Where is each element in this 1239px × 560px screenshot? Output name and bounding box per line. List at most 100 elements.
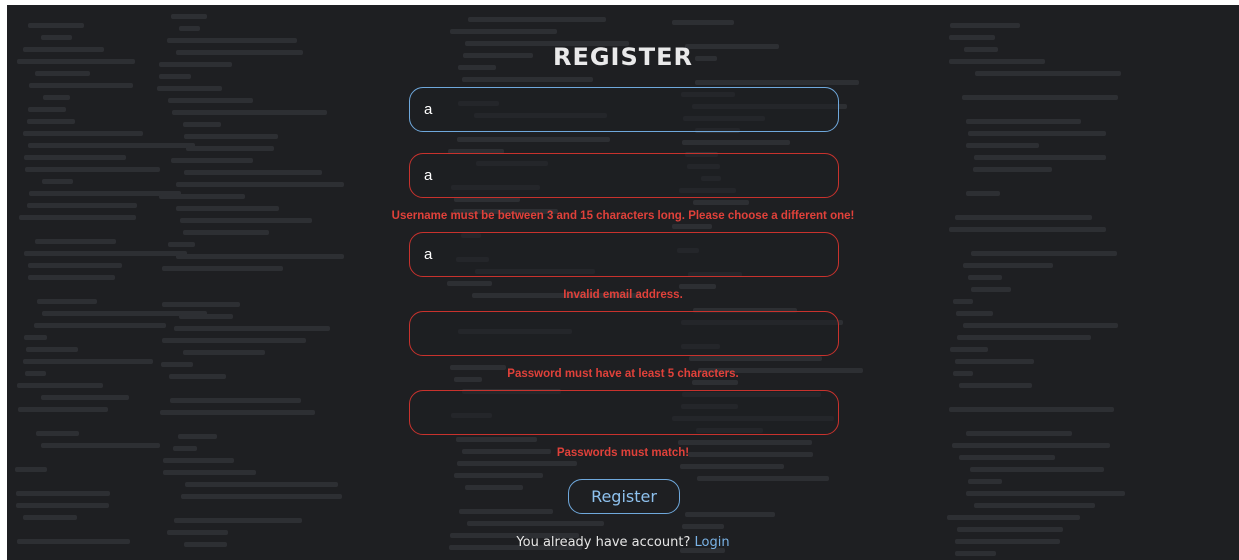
code-line [949,35,995,40]
code-line [183,350,265,355]
code-line [170,398,301,403]
code-line [450,29,557,34]
code-line [457,137,610,142]
code-line [160,410,315,415]
code-line [43,95,70,100]
code-line [966,143,1039,148]
code-line [955,551,996,556]
code-line [174,518,302,523]
code-line [42,311,207,316]
code-line [176,254,344,259]
code-line [35,71,90,76]
code-line [947,515,1080,520]
code-line [23,515,77,520]
code-line [183,122,221,127]
code-line [41,35,72,40]
code-line [184,170,322,175]
login-link[interactable]: Login [695,535,730,550]
code-line [172,110,327,115]
code-line [465,485,523,490]
code-line [968,131,1106,136]
code-line [955,359,1034,364]
code-line [179,314,233,319]
username-input[interactable] [409,153,839,198]
code-line [28,263,122,268]
code-line [685,512,775,517]
code-line [161,362,193,367]
code-line [975,71,1121,76]
code-line [174,326,330,331]
code-line [968,479,1002,484]
code-line [171,158,253,163]
code-line [962,95,1118,100]
login-prompt: You already have account? Login [7,535,1239,550]
code-line [682,524,724,529]
code-line [966,431,1072,436]
code-line [693,200,749,205]
code-line [28,23,84,28]
code-line [163,470,256,475]
code-line [17,383,103,388]
code-line [28,275,115,280]
code-line [24,335,47,340]
code-line [950,23,1020,28]
code-line [178,434,217,439]
code-line [179,26,200,31]
code-line [968,275,1002,280]
confirm-password-input[interactable] [409,390,839,435]
code-line [971,251,1117,256]
code-line [34,323,166,328]
code-line [672,20,734,25]
code-line [966,491,1125,496]
code-line [157,86,222,91]
code-line [950,347,988,352]
password-input[interactable] [409,311,839,356]
code-line [970,467,1104,472]
code-line [159,194,245,199]
code-line [689,356,822,361]
code-line [462,77,593,82]
code-line [183,230,269,235]
confirm-password-error: Passwords must match! [556,447,690,459]
code-line [974,503,1095,508]
code-line [24,155,126,160]
code-line [28,143,195,148]
code-column [15,11,207,544]
code-line [162,266,283,271]
code-line [186,146,274,151]
code-line [468,17,606,22]
register-button[interactable]: Register [568,479,680,514]
code-line [957,527,1063,532]
code-line [35,239,116,244]
page-title: REGISTER [552,43,694,71]
code-line [28,107,66,112]
email-input[interactable] [409,232,839,277]
code-line [26,347,78,352]
code-line [36,431,79,436]
code-line [176,182,344,187]
code-line [171,14,207,19]
code-line [680,464,784,469]
code-line [168,98,253,103]
code-line [24,251,187,256]
code-line [973,167,1052,172]
code-line [682,140,790,145]
first-input[interactable] [409,87,839,132]
code-line [16,503,109,508]
code-line [27,119,75,124]
code-line [16,491,110,496]
code-line [184,134,278,139]
code-line [678,440,812,445]
code-line [672,224,712,229]
code-line [27,203,137,208]
code-line [459,509,553,514]
login-prompt-text: You already have account? [516,535,691,550]
code-line [963,263,1053,268]
code-line [159,74,191,79]
code-line [957,335,1091,340]
code-line [447,281,492,286]
code-line [41,395,129,400]
code-line [963,323,1118,328]
code-line [966,191,1000,196]
code-line [18,407,108,412]
